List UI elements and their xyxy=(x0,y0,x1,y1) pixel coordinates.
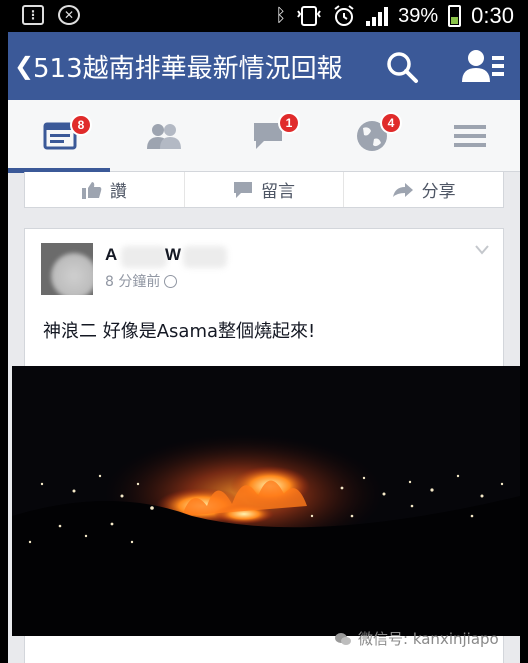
author-name-part-1[interactable]: A xyxy=(105,245,117,265)
thumbs-up-icon xyxy=(81,181,102,199)
comment-button[interactable]: 留言 xyxy=(185,172,345,207)
clock: 0:30 xyxy=(471,3,514,28)
vibrate-icon xyxy=(297,6,321,26)
status-bar: ⋮ ✕ ᛒ 39% 0:30 xyxy=(0,0,528,32)
comment-icon xyxy=(234,181,252,198)
post-time-text: 8 分鐘前 xyxy=(105,274,161,290)
avatar[interactable] xyxy=(41,243,93,295)
watermark: 微信号: kanxinjiapo xyxy=(334,628,499,649)
fire-night-photo xyxy=(12,366,520,636)
share-label: 分享 xyxy=(421,182,456,202)
no-sim-icon: ✕ xyxy=(58,5,80,25)
signal-icon xyxy=(366,6,389,26)
facebook-app: ❮ 513越南排華最新情況回報 8 1 4 讚 留言 分享 A W 8 分鐘前 … xyxy=(8,32,520,663)
like-button[interactable]: 讚 xyxy=(25,172,185,207)
battery-percent: 39% xyxy=(398,4,439,27)
share-arrow-icon xyxy=(392,182,413,197)
previous-post-actions: 讚 留言 分享 xyxy=(24,172,504,208)
friends-icon xyxy=(147,124,181,149)
like-label: 讚 xyxy=(109,182,127,202)
battery-icon xyxy=(448,5,462,27)
title-bar: ❮ 513越南排華最新情況回報 xyxy=(8,32,520,100)
tab-news-feed[interactable]: 8 xyxy=(8,100,112,173)
wechat-icon xyxy=(335,632,351,645)
message-icon: ⋮ xyxy=(22,5,44,25)
tab-news-feed-badge: 8 xyxy=(70,114,92,136)
public-globe-icon xyxy=(164,274,178,288)
author-name-redaction-2 xyxy=(183,246,227,268)
watermark-text: 微信号: kanxinjiapo xyxy=(358,630,499,648)
status-bar-right: ᛒ 39% 0:30 xyxy=(275,3,514,29)
tab-messages[interactable]: 1 xyxy=(216,100,320,172)
menu-icon xyxy=(454,125,486,147)
tab-more[interactable] xyxy=(418,100,520,172)
post-text: 神浪二 好像是Asama整個燒起來! xyxy=(43,321,316,342)
tab-notifications-badge: 4 xyxy=(380,112,402,134)
avatar-blur xyxy=(51,253,93,295)
search-icon[interactable] xyxy=(385,50,419,84)
page-title[interactable]: 513越南排華最新情況回報 xyxy=(33,48,343,85)
bluetooth-icon: ᛒ xyxy=(275,5,287,26)
chevron-down-icon[interactable] xyxy=(475,245,489,255)
status-bar-left: ⋮ ✕ xyxy=(22,5,80,25)
tab-messages-badge: 1 xyxy=(278,112,300,134)
friend-requests-icon[interactable] xyxy=(462,48,504,84)
author-name-redaction xyxy=(121,246,167,268)
author-name-part-2[interactable]: W xyxy=(165,245,181,265)
tab-notifications[interactable]: 4 xyxy=(320,100,424,172)
post-photo[interactable] xyxy=(12,366,520,636)
share-button[interactable]: 分享 xyxy=(344,172,503,207)
back-chevron-icon[interactable]: ❮ xyxy=(14,52,34,80)
alarm-icon xyxy=(334,5,354,26)
tab-friends[interactable] xyxy=(112,100,216,172)
tab-bar: 8 1 4 xyxy=(8,100,520,173)
comment-label: 留言 xyxy=(261,182,295,202)
post-timestamp[interactable]: 8 分鐘前 xyxy=(105,271,178,291)
